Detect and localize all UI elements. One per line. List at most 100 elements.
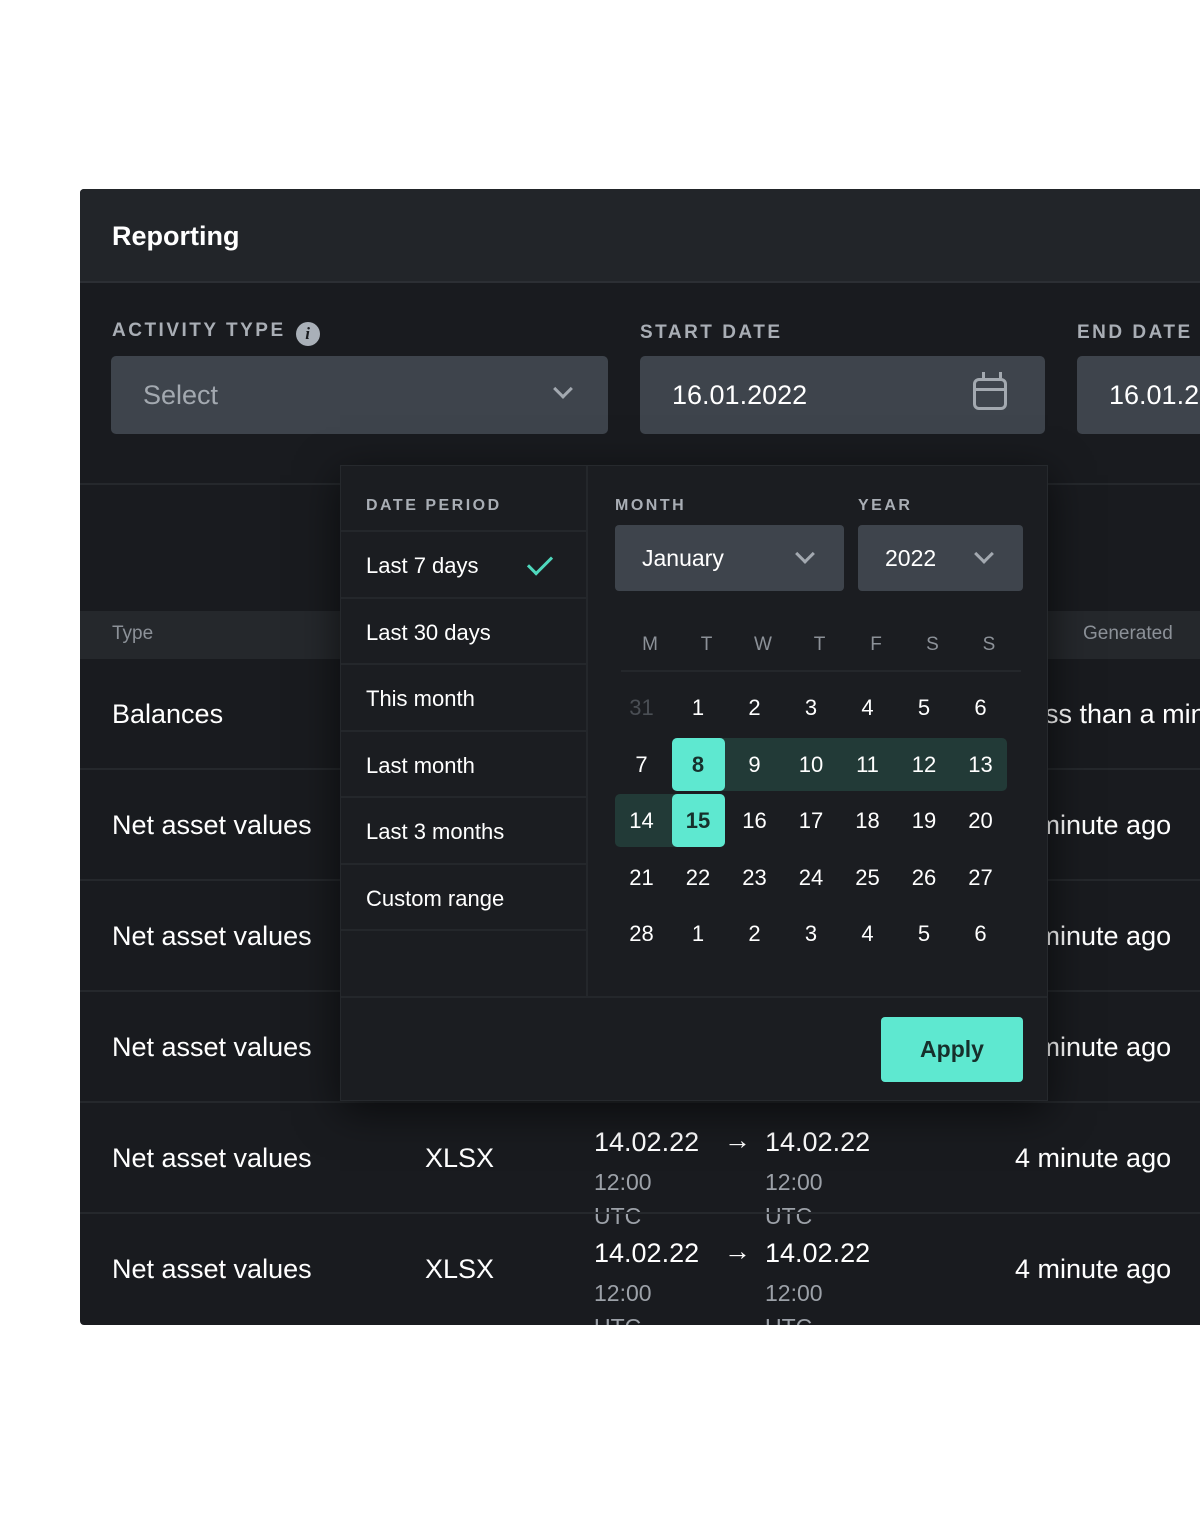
column-header-generated[interactable]: Generated [1083, 611, 1173, 657]
calendar-day[interactable]: 4 [841, 681, 894, 734]
calendar-day[interactable]: 28 [615, 907, 668, 960]
table-row[interactable]: Net asset valuesXLSX 14.02.22 12:00 UTC … [80, 1101, 1200, 1229]
date-period-label: DATE PERIOD [366, 497, 502, 514]
type-cell: Balances [112, 699, 224, 729]
calendar-day[interactable]: 2 [728, 907, 781, 960]
format-cell: XLSX [425, 1143, 495, 1173]
calendar-day[interactable]: 10 [785, 738, 838, 791]
weekday-header: W [754, 634, 772, 655]
date-period-option[interactable]: This month [341, 663, 586, 730]
calendar-day[interactable]: 23 [728, 851, 781, 904]
option-label: Custom range [366, 885, 505, 911]
calendar-day[interactable]: 4 [841, 907, 894, 960]
month-select[interactable]: January [615, 525, 844, 591]
calendar-day[interactable]: 6 [954, 907, 1007, 960]
calendar-day[interactable]: 15 [671, 794, 725, 847]
end-date-label: END DATE [1077, 322, 1193, 343]
calendar-day[interactable]: 5 [898, 907, 951, 960]
calendar-day[interactable]: 9 [728, 738, 781, 791]
weekday-header: T [813, 634, 826, 655]
calendar-day[interactable]: 6 [954, 681, 1007, 734]
option-label: This month [366, 686, 475, 711]
start-date-label: START DATE [640, 322, 783, 343]
start-date-value: 16.01.2022 [672, 380, 808, 410]
calendar-day[interactable]: 8 [671, 737, 725, 791]
weekday-header: F [870, 634, 882, 655]
month-value: January [642, 545, 724, 571]
month-label: MONTH [615, 497, 687, 514]
calendar-day[interactable]: 24 [785, 851, 838, 904]
type-cell: Net asset values [112, 1032, 312, 1062]
option-label: Last month [366, 752, 475, 778]
chevron-down-icon [795, 544, 815, 564]
date-period-option[interactable]: Last 3 months [341, 796, 586, 863]
page-title: Reporting [112, 221, 240, 251]
date-period-list: DATE PERIOD Last 7 days Last 30 days This … [341, 466, 588, 998]
to-time: 12:00 UTC [765, 1280, 823, 1325]
type-cell: Net asset values [112, 921, 312, 951]
option-label: Last 3 months [366, 819, 505, 844]
calendar-day[interactable]: 22 [672, 851, 725, 904]
calendar-day[interactable]: 13 [954, 738, 1007, 791]
start-date-input[interactable]: 16.01.2022 [640, 356, 1045, 434]
calendar-day[interactable]: 2 [728, 681, 781, 734]
calendar-day[interactable]: 5 [898, 681, 951, 734]
type-cell: Net asset values [112, 810, 312, 840]
date-period-option[interactable]: Custom range [341, 862, 586, 930]
calendar-day[interactable]: 18 [841, 794, 894, 847]
calendar-day[interactable]: 3 [785, 907, 838, 960]
calendar-day[interactable]: 12 [898, 738, 951, 791]
info-icon[interactable]: i [295, 322, 320, 346]
apply-button[interactable]: Apply [881, 1017, 1023, 1082]
calendar-day[interactable]: 3 [785, 681, 838, 734]
date-picker-popover: DATE PERIOD Last 7 days Last 30 days This … [340, 465, 1048, 1101]
end-date-input[interactable]: 16.01.2022 [1077, 356, 1200, 434]
column-header-type[interactable]: Type [112, 611, 153, 657]
type-cell: Net asset values [112, 1143, 312, 1173]
option-label: Last 30 days [366, 619, 491, 645]
weekday-divider [621, 670, 1021, 672]
type-cell: Net asset values [112, 1254, 312, 1284]
date-period-option[interactable]: Last month [341, 729, 586, 797]
chevron-down-icon [974, 544, 994, 564]
calendar-icon[interactable] [973, 372, 1007, 410]
calendar-day[interactable]: 31 [615, 681, 668, 734]
activity-type-placeholder: Select [143, 380, 219, 410]
activity-type-label-text: ACTIVITY TYPE [112, 320, 286, 341]
from-date: 14.02.22 [594, 1127, 700, 1157]
weekday-header: T [700, 634, 713, 655]
from-date: 14.02.22 [594, 1238, 700, 1268]
option-label: Last 7 days [366, 553, 479, 578]
arrow-right-icon: → [724, 1125, 751, 1155]
end-date-value: 16.01.2022 [1109, 380, 1200, 410]
calendar-day[interactable]: 14 [615, 794, 668, 847]
calendar-day[interactable]: 21 [615, 851, 668, 904]
calendar-day[interactable]: 27 [954, 851, 1007, 904]
calendar-day[interactable]: 17 [785, 794, 838, 847]
calendar-day[interactable]: 16 [728, 794, 781, 847]
panel-header: Reporting [80, 189, 1200, 283]
calendar-day[interactable]: 20 [954, 794, 1007, 847]
calendar-day[interactable]: 25 [841, 851, 894, 904]
weekday-header: M [642, 634, 658, 655]
table-row[interactable]: Net asset valuesXLSX 14.02.22 12:00 UTC … [80, 1212, 1200, 1325]
calendar-day[interactable]: 11 [841, 738, 894, 791]
check-icon [526, 549, 554, 576]
weekday-header: S [982, 634, 996, 655]
date-period-option[interactable]: Last 7 days [341, 530, 586, 597]
date-period-option[interactable]: Last 30 days [341, 596, 586, 664]
year-label: YEAR [858, 497, 913, 514]
calendar-day[interactable]: 1 [672, 681, 725, 734]
activity-type-select[interactable]: Select [111, 356, 608, 434]
arrow-right-icon: → [724, 1236, 751, 1266]
calendar-day[interactable]: 19 [898, 794, 951, 847]
calendar-day[interactable]: 7 [615, 738, 668, 791]
year-select[interactable]: 2022 [858, 525, 1023, 591]
format-cell: XLSX [425, 1254, 495, 1284]
chevron-down-icon [553, 379, 573, 399]
year-value: 2022 [885, 545, 937, 571]
to-date: 14.02.22 [765, 1127, 871, 1157]
weekday-header: S [926, 634, 939, 655]
calendar-day[interactable]: 1 [672, 907, 725, 960]
calendar-day[interactable]: 26 [898, 851, 951, 904]
